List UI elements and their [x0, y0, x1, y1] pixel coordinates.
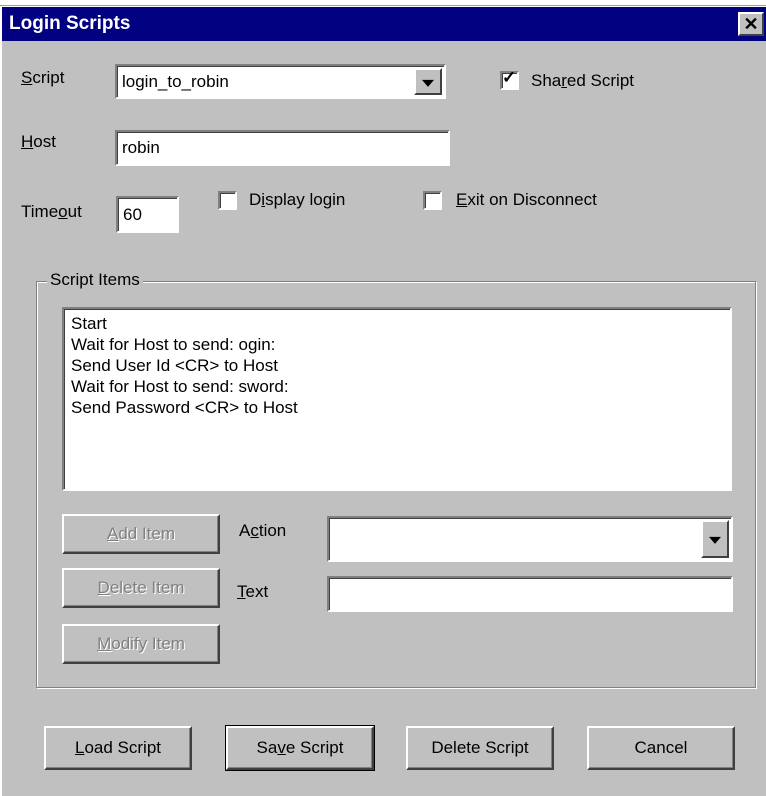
script-value: login_to_robin [122, 71, 229, 91]
timeout-label: Timeout [21, 202, 82, 222]
script-items-list[interactable]: Start Wait for Host to send: ogin: Send … [62, 307, 732, 491]
load-rest: oad Script [84, 738, 161, 757]
shared-script-label-a: Sha [531, 71, 562, 90]
display-login-label-b: splay login [265, 190, 346, 209]
delete-script-label: Delete Script [431, 738, 529, 757]
delete-script-button[interactable]: Delete Script [406, 726, 554, 770]
script-label: Script [21, 68, 64, 88]
script-items-label: Script Items [47, 270, 143, 290]
chevron-down-icon [709, 536, 721, 544]
display-login-label[interactable]: Display login [249, 190, 345, 210]
save-b: e Script [285, 738, 344, 757]
list-item[interactable]: Wait for Host to send: ogin: [71, 334, 723, 355]
script-dropdown[interactable]: login_to_robin [115, 64, 446, 99]
save-a: Sa [256, 738, 278, 757]
list-item[interactable]: Send Password <CR> to Host [71, 397, 723, 418]
host-label-rest: ost [33, 132, 56, 151]
host-label-mnemonic: H [21, 132, 34, 151]
list-item[interactable]: Wait for Host to send: sword: [71, 376, 723, 397]
list-item[interactable]: Send User Id <CR> to Host [71, 355, 723, 376]
cancel-button[interactable]: Cancel [587, 726, 735, 770]
modify-item-button[interactable]: Modify Item [62, 624, 220, 664]
left-border [0, 7, 2, 796]
check-icon: ✓ [502, 68, 517, 87]
add-item-button[interactable]: Add Item [62, 514, 220, 554]
window-title: Login Scripts [9, 13, 131, 34]
exit-label-mnemonic: E [456, 190, 468, 209]
delete-item-mnemonic: D [97, 578, 110, 597]
title-bar[interactable]: Login Scripts ✕ [2, 7, 766, 41]
script-label-mnemonic: S [21, 68, 33, 87]
timeout-input[interactable]: 60 [116, 196, 179, 233]
save-script-button[interactable]: Save Script [225, 725, 375, 771]
host-input[interactable]: robin [115, 130, 450, 166]
close-button[interactable]: ✕ [738, 12, 764, 36]
delete-item-button[interactable]: Delete Item [62, 568, 220, 608]
text-label-mnemonic: T [237, 582, 246, 601]
timeout-label-b: ut [67, 202, 82, 221]
action-label: Action [239, 521, 286, 541]
text-input[interactable] [327, 576, 733, 612]
list-item[interactable]: Start [71, 313, 723, 334]
display-login-label-a: D [249, 190, 262, 209]
script-label-rest: cript [32, 68, 65, 87]
chevron-down-icon [422, 79, 434, 87]
add-item-rest: dd Item [118, 524, 176, 543]
host-label: Host [21, 132, 56, 152]
action-dropdown[interactable] [327, 516, 733, 562]
save-mnemonic: v [277, 738, 286, 757]
action-label-a: A [239, 521, 251, 540]
shared-script-label-b: ed Script [566, 71, 635, 90]
exit-label-rest: xit on Disconnect [467, 190, 597, 209]
display-login-checkbox[interactable] [218, 191, 237, 210]
modify-item-mnemonic: M [97, 634, 112, 653]
exit-on-disconnect-label[interactable]: Exit on Disconnect [456, 190, 597, 210]
close-icon: ✕ [743, 14, 759, 34]
cancel-label: Cancel [634, 738, 688, 757]
text-label: Text [237, 582, 268, 602]
timeout-label-a: Time [21, 202, 59, 221]
login-scripts-dialog: Login Scripts ✕ Script login_to_robin ✓ … [0, 0, 766, 796]
shared-script-checkbox[interactable]: ✓ [500, 68, 519, 90]
add-item-mnemonic: A [106, 524, 119, 543]
load-script-button[interactable]: Load Script [44, 726, 192, 770]
action-dropdown-button[interactable] [701, 520, 729, 558]
host-value: robin [122, 138, 160, 157]
action-label-b: tion [258, 521, 287, 540]
shared-script-label[interactable]: Shared Script [531, 71, 634, 91]
exit-on-disconnect-checkbox[interactable] [423, 191, 442, 210]
text-label-rest: ext [245, 582, 269, 601]
timeout-value: 60 [123, 204, 142, 224]
script-dropdown-button[interactable] [414, 68, 442, 95]
delete-item-rest: elete Item [109, 578, 185, 597]
top-rule [0, 5, 766, 6]
action-label-mnemonic: c [250, 521, 259, 540]
timeout-label-mnemonic: o [58, 202, 68, 221]
top-border [0, 0, 766, 7]
modify-item-rest: odify Item [111, 634, 185, 653]
